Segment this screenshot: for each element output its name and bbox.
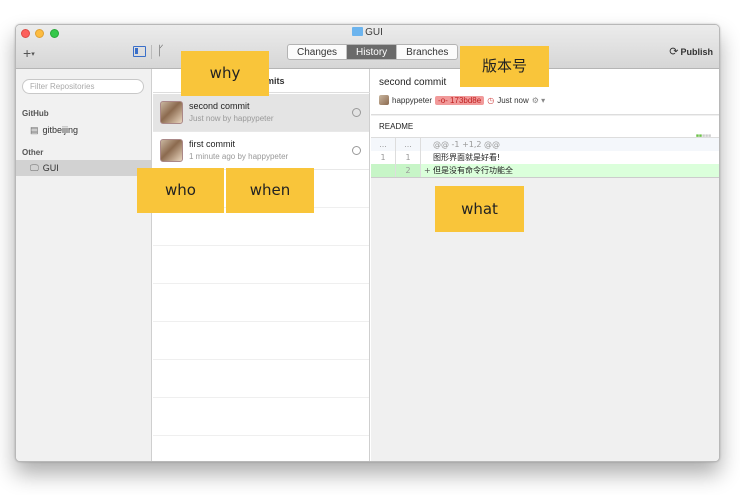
new-line-number: ... — [396, 138, 421, 151]
annotation-who: who — [137, 168, 224, 213]
old-line-number: 1 — [371, 151, 396, 164]
commit-status-circle-icon[interactable] — [352, 146, 361, 155]
add-repository-button[interactable]: +▾ — [23, 45, 35, 61]
new-line-number: 2 — [396, 164, 421, 177]
diff-divider — [371, 177, 719, 178]
commit-time: Just now — [497, 95, 529, 105]
avatar — [160, 139, 183, 162]
sidebar-section-github: GitHub — [22, 109, 49, 118]
sync-icon: ⟳ — [669, 46, 679, 58]
empty-row — [153, 208, 369, 246]
diff-added-line: 2 + 但是没有命令行功能全 — [371, 164, 719, 177]
sidebar-item-label: gitbeijing — [42, 125, 79, 135]
commit-row[interactable]: second commit Just now by happypeter — [153, 94, 369, 132]
commit-sha: 173bd8e — [450, 95, 482, 105]
sidebar-section-other: Other — [22, 148, 44, 157]
clock-icon: ◷ — [487, 95, 495, 105]
commit-title: first commit — [189, 139, 235, 149]
window-title: GUI — [16, 27, 719, 38]
new-line-number: 1 — [396, 151, 421, 164]
sidebar-item-gui[interactable]: 🖵 GUI — [16, 160, 151, 176]
tab-changes[interactable]: Changes — [288, 45, 348, 59]
empty-row — [153, 360, 369, 398]
chevron-down-icon: ▾ — [31, 51, 35, 58]
commit-subtitle: Just now by happypeter — [189, 114, 274, 123]
annotation-version: 版本号 — [460, 46, 549, 87]
commit-icon: -o- — [438, 95, 448, 105]
annotation-when: when — [226, 168, 314, 213]
tab-history[interactable]: History — [347, 45, 398, 59]
avatar — [160, 101, 183, 124]
commit-author: happypeter — [392, 95, 433, 105]
empty-row — [153, 246, 369, 284]
view-segmented-control: Changes History Branches — [287, 44, 459, 60]
old-line-number: ... — [371, 138, 396, 151]
window-title-text: GUI — [365, 27, 383, 38]
titlebar: GUI +▾ ᚴ Changes History Branches ⟳ Publi… — [16, 25, 719, 69]
filter-repositories-input[interactable]: Filter Repositories — [22, 79, 144, 94]
annotation-why: why — [181, 51, 269, 96]
diff-line-text: 图形界面就是好看! — [433, 153, 501, 162]
toggle-sidebar-icon[interactable] — [133, 46, 146, 57]
commit-detail-meta: happypeter -o- 173bd8e ◷ Just now ⚙ ▾ — [379, 95, 545, 105]
commit-status-circle-icon[interactable] — [352, 108, 361, 117]
repository-sidebar: Filter Repositories GitHub ▤ gitbeijing O… — [16, 69, 152, 461]
plus-icon: + — [23, 45, 32, 61]
commit-subtitle: 1 minute ago by happypeter — [189, 152, 289, 161]
diff-context-line: 1 1 图形界面就是好看! — [371, 151, 719, 164]
gear-icon[interactable]: ⚙ ▾ — [532, 96, 545, 105]
computer-icon: 🖵 — [30, 163, 39, 173]
empty-row — [153, 284, 369, 322]
publish-button[interactable]: ⟳ Publish — [669, 45, 713, 58]
commit-detail-title: second commit — [379, 77, 447, 88]
annotation-what: what — [435, 186, 524, 232]
toolbar-divider — [151, 45, 152, 59]
commit-title: second commit — [189, 101, 250, 111]
branch-icon[interactable]: ᚴ — [157, 43, 165, 58]
commit-list: 2 Commits second commit Just now by happ… — [153, 69, 370, 461]
diff-view: ... ... @@ -1 +1,2 @@ 1 1 图形界面就是好看! 2 + … — [371, 138, 719, 178]
commit-detail: second commit happypeter -o- 173bd8e ◷ J… — [371, 69, 719, 461]
diff-marker: + — [424, 166, 431, 175]
commit-row[interactable]: first commit 1 minute ago by happypeter — [153, 132, 369, 170]
folder-icon — [352, 27, 364, 36]
app-window: GUI +▾ ᚴ Changes History Branches ⟳ Publi… — [15, 24, 720, 462]
diff-line-text: @@ -1 +1,2 @@ — [433, 140, 501, 149]
old-line-number — [371, 164, 396, 177]
avatar — [379, 95, 389, 105]
sidebar-item-gitbeijing[interactable]: ▤ gitbeijing — [16, 122, 151, 138]
commit-sha-badge[interactable]: -o- 173bd8e — [435, 95, 485, 105]
diff-line-text: 但是没有命令行功能全 — [433, 166, 513, 175]
diff-file-header[interactable]: README ■■■■■ — [371, 116, 719, 139]
diff-hunk-header: ... ... @@ -1 +1,2 @@ — [371, 138, 719, 151]
repo-icon: ▤ — [30, 125, 39, 135]
publish-label: Publish — [680, 47, 713, 57]
sidebar-item-label: GUI — [42, 163, 59, 173]
empty-row — [153, 398, 369, 436]
diff-file-name: README — [379, 122, 414, 131]
tab-branches[interactable]: Branches — [397, 45, 457, 59]
empty-row — [153, 322, 369, 360]
